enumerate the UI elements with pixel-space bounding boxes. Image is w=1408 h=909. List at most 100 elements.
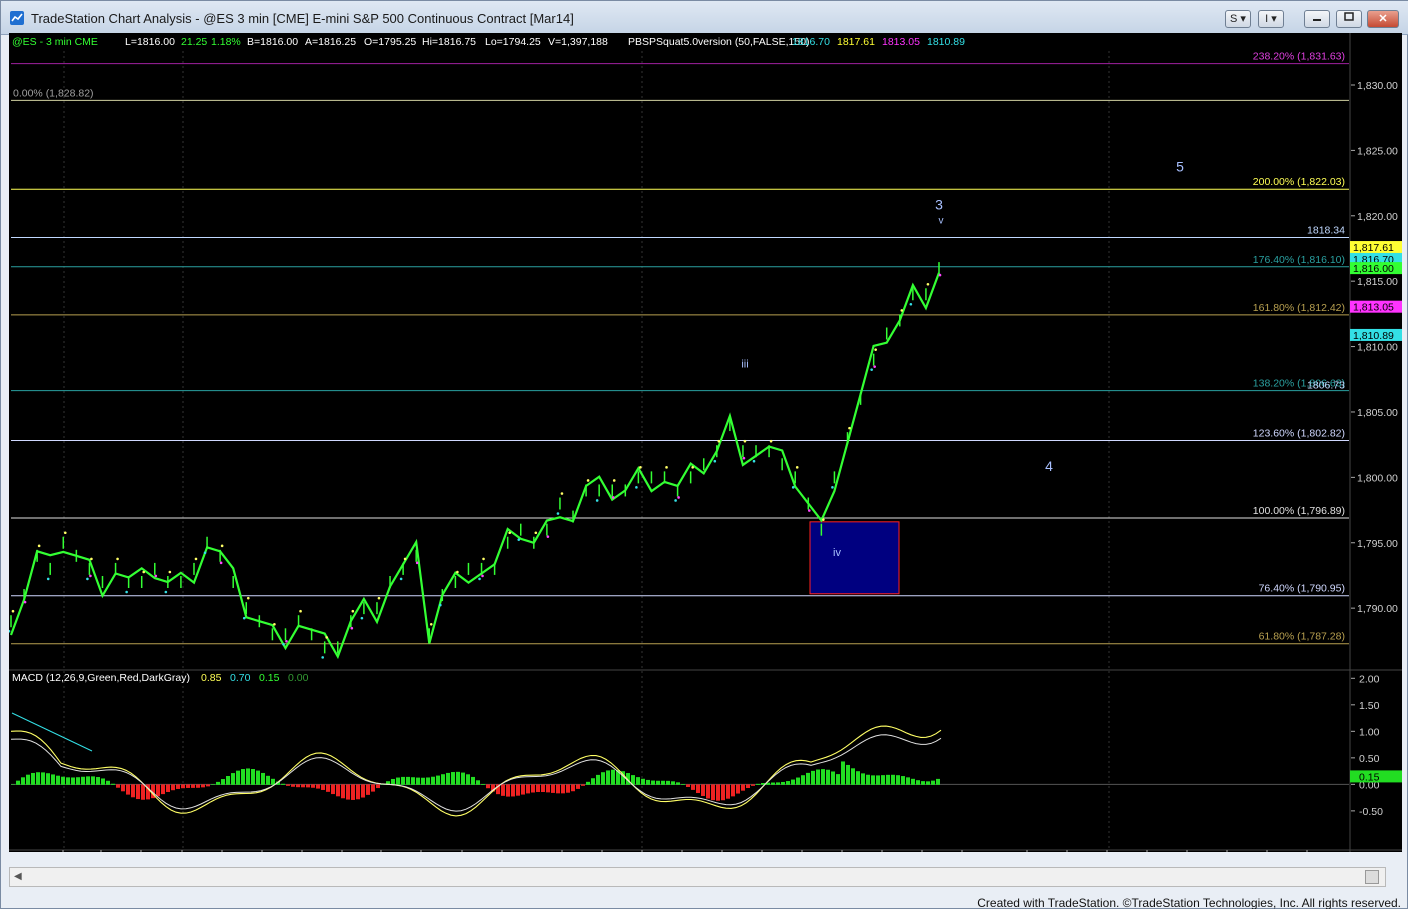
- macd-hist-bar-56: [291, 784, 295, 787]
- macd-hist-bar-143: [726, 784, 730, 799]
- study-dot-low-45: [595, 499, 599, 502]
- maximize-icon: [1344, 12, 1354, 21]
- macd-hist-bar-69: [356, 784, 360, 800]
- study-dot-high-62: [822, 518, 825, 521]
- study-dot-mid-56: [742, 456, 746, 460]
- study-dot-mid-31: [415, 561, 419, 565]
- macd-hist-bar-30: [161, 784, 165, 795]
- macd-hist-bar-177: [896, 775, 900, 785]
- macd-value-2: 0.15: [259, 672, 280, 684]
- macd-hist-bar-156: [791, 779, 795, 785]
- study-dot-mid-41: [546, 535, 550, 538]
- macd-hist-bar-58: [301, 784, 305, 788]
- study-dot-high-24: [325, 636, 328, 639]
- status-field-6: O=1795.25: [364, 36, 416, 48]
- study-dot-low-27: [360, 616, 364, 620]
- scroll-left-icon[interactable]: ◀: [14, 871, 22, 882]
- macd-hist-bar-138: [701, 784, 705, 797]
- fib-label-7: 123.60% (1,802.82): [1253, 427, 1345, 439]
- price-tick-label-7: 1,795.00: [1357, 538, 1398, 550]
- study-dot-high-10: [142, 570, 146, 574]
- macd-marker-label: 0.15: [1359, 771, 1380, 783]
- macd-hist-bar-163: [826, 769, 830, 785]
- macd-hist-bar-79: [406, 776, 410, 785]
- macd-title: MACD (12,26,9,Green,Red,DarkGray): [12, 672, 190, 684]
- wave-label-iii: iii: [741, 359, 748, 371]
- study-dot-high-30: [403, 557, 407, 561]
- macd-hist-bar-50: [261, 772, 265, 785]
- macd-hist-bar-106: [541, 784, 545, 793]
- macd-hist-bar-55: [286, 784, 290, 786]
- maximize-button[interactable]: [1336, 10, 1362, 28]
- macd-tick-label-0: 2.00: [1359, 673, 1380, 685]
- macd-hist-bar-45: [236, 770, 240, 785]
- price-tick-label-2: 1,820.00: [1357, 211, 1398, 223]
- status-bar: @ES - 3 min CME L=1816.00 21.25 1.18% B=1816…: [12, 36, 965, 48]
- study-dot-high-42: [560, 492, 564, 495]
- macd-hist-bar-64: [331, 784, 335, 795]
- close-button[interactable]: ✕: [1367, 10, 1399, 28]
- study-dot-high-60: [795, 466, 799, 469]
- tradestation-app-icon: [10, 11, 24, 25]
- study-dot-high-48: [639, 466, 642, 469]
- s-menu-button[interactable]: S ▾: [1225, 10, 1251, 28]
- price-chart[interactable]: @ES - 3 min CME L=1816.00 21.25 1.18% B=1816…: [7, 33, 1402, 868]
- macd-hist-bar-137: [696, 784, 700, 794]
- study-dot-low-6: [86, 577, 89, 581]
- footer-copyright: Created with TradeStation. ©TradeStation…: [977, 896, 1401, 909]
- study-dot-low-36: [478, 577, 481, 581]
- macd-hist-bar-68: [351, 784, 355, 800]
- price-tick-label-4: 1,810.00: [1357, 342, 1398, 354]
- macd-hist-bar-169: [856, 771, 860, 785]
- study-dot-high-20: [273, 623, 276, 626]
- i-menu-button[interactable]: I ▾: [1258, 10, 1284, 28]
- macd-hist-bar-126: [641, 778, 645, 785]
- scroll-thumb[interactable]: [1365, 870, 1379, 884]
- study-dot-high-40: [534, 531, 538, 535]
- macd-hist-bar-66: [341, 784, 345, 799]
- title-bar[interactable]: TradeStation Chart Analysis - @ES 3 min …: [1, 1, 1408, 35]
- macd-hist-bar-63: [326, 784, 330, 792]
- study-dot-mid-51: [677, 496, 680, 499]
- status-field-8: Lo=1794.25: [485, 36, 541, 48]
- study-dot-low-39: [517, 538, 521, 541]
- study-dot-low-3: [46, 577, 50, 581]
- macd-hist-bar-102: [521, 784, 525, 795]
- macd-hist-bar-72: [371, 784, 375, 792]
- study-dot-high-26: [351, 609, 355, 613]
- macd-hist-bar-87: [446, 772, 450, 785]
- wave-label-v: v: [939, 216, 944, 227]
- price-tick-label-6: 1,800.00: [1357, 472, 1398, 484]
- status-field-0: @ES - 3 min CME: [12, 36, 98, 48]
- macd-hist-bar-175: [886, 774, 890, 785]
- fib-label-4: 176.40% (1,816.10): [1253, 254, 1345, 266]
- macd-hist-bar-158: [801, 775, 805, 785]
- study-dot-low-18: [242, 616, 246, 620]
- time-axis: 2/920:0022:002/1002:0004:0006:0008:0010:…: [9, 849, 1402, 868]
- study-dot-high-44: [586, 479, 590, 482]
- study-dot-high-58: [769, 439, 773, 443]
- macd-hist-bar-104: [531, 784, 535, 793]
- study-dot-low-60: [791, 486, 795, 489]
- macd-hist-bar-139: [706, 784, 710, 799]
- macd-hist-bar-76: [391, 778, 395, 785]
- macd-hist-bar-154: [781, 781, 785, 785]
- study-dot-high-64: [848, 426, 851, 430]
- macd-hist-bar-90: [461, 772, 465, 785]
- minimize-button[interactable]: [1304, 10, 1330, 28]
- fib-label-3: 1818.34: [1307, 225, 1345, 237]
- macd-hist-bar-111: [566, 784, 570, 793]
- macd-hist-bar-116: [591, 778, 595, 785]
- study-dot-high-46: [612, 479, 616, 482]
- price-pane[interactable]: 1,830.00 1,825.00 1,820.00 1,815.00 1,810.00…: [7, 33, 1402, 852]
- macd-pane[interactable]: MACD (12,26,9,Green,Red,DarkGray) 0.85 0.7…: [10, 672, 1402, 818]
- macd-hist-bar-25: [136, 784, 140, 800]
- horizontal-scrollbar[interactable]: ◀: [9, 867, 1386, 887]
- macd-hist-bar-178: [901, 776, 905, 785]
- macd-hist-bar-162: [821, 769, 825, 785]
- price-marker-label-2: 1,816.00: [1353, 263, 1394, 275]
- study-dot-mid-66: [873, 365, 876, 368]
- fib-label-0: 238.20% (1,831.63): [1253, 51, 1345, 63]
- chart-area[interactable]: @ES - 3 min CME L=1816.00 21.25 1.18% B=1816…: [7, 33, 1402, 868]
- study-dot-mid-6: [89, 574, 92, 578]
